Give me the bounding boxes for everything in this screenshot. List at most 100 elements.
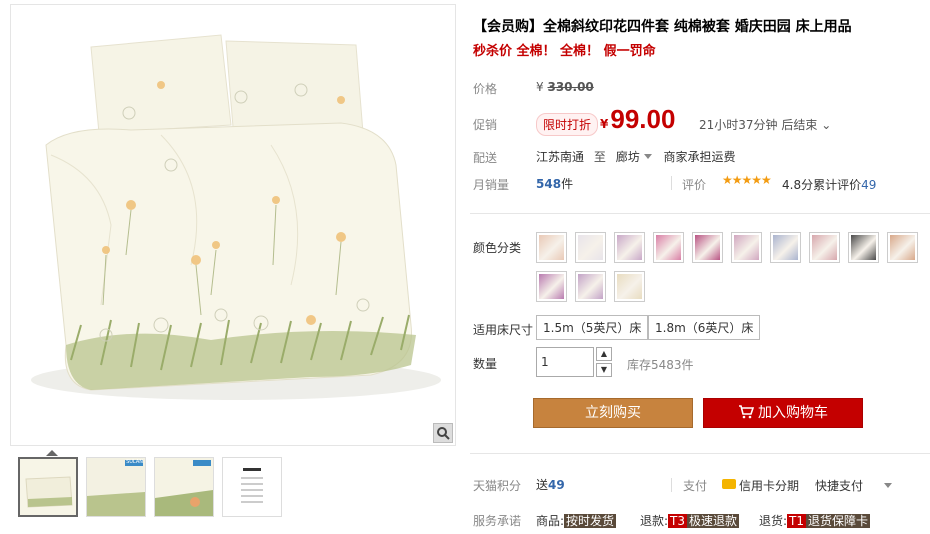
ship-to-word: 至 (593, 150, 606, 164)
svc-prefix: 退货: (759, 514, 788, 528)
quantity-input[interactable]: 1 (536, 347, 594, 377)
points-prefix: 送 (536, 478, 549, 492)
svc-tag: 按时发货 (564, 514, 617, 528)
svc-prefix: 退款: (640, 514, 669, 528)
color-swatch-1[interactable] (536, 232, 567, 263)
service-label: 服务承诺 (473, 514, 522, 528)
promo-badge: 限时打折 (536, 113, 599, 136)
rating-score: 4.8分累计评价 (782, 178, 862, 192)
section-divider (470, 453, 930, 454)
points-label: 天猫积分 (473, 479, 522, 493)
swatch-image (695, 235, 720, 260)
quantity-decrease-button[interactable]: ▼ (596, 363, 612, 377)
thumb-brand: SULAN (126, 459, 143, 465)
star-rating-icon: ★★★★★ (722, 173, 772, 187)
ship-to-select[interactable]: 廊坊 (616, 150, 640, 164)
buy-now-button[interactable]: 立刻购买 (533, 398, 693, 428)
countdown[interactable]: 21小时37分钟 后结束 ⌄ (699, 116, 831, 133)
monthly-sales: 548件 (536, 175, 573, 192)
size-option-1-8m[interactable]: 1.8m（6英尺）床 (648, 315, 761, 340)
product-info-panel: 【会员购】全棉斜纹印花四件套 纯棉被套 婚庆田园 床上用品 秒杀价 全棉！ 全棉… (470, 0, 930, 534)
thumbnail-2[interactable]: SULAN (86, 457, 146, 517)
sales-label: 月销量 (473, 178, 510, 192)
promo-label: 促销 (473, 118, 498, 132)
color-swatch-7[interactable] (770, 232, 801, 263)
size-option-1-5m[interactable]: 1.5m（5英尺）床 (536, 315, 649, 340)
color-swatch-11[interactable] (536, 271, 567, 302)
price-currency: ¥ (600, 117, 609, 131)
zoom-button[interactable] (433, 423, 453, 443)
product-title: 【会员购】全棉斜纹印花四件套 纯棉被套 婚庆田园 床上用品 (473, 19, 852, 35)
cart-icon (739, 405, 755, 419)
rating-summary[interactable]: 4.8分累计评价49 (782, 176, 876, 193)
color-swatch-2[interactable] (575, 232, 606, 263)
color-swatch-list (536, 232, 926, 302)
svc-code: T1 (787, 514, 807, 528)
main-product-image[interactable] (10, 4, 456, 446)
swatch-image (890, 235, 915, 260)
color-swatch-12[interactable] (575, 271, 606, 302)
swatch-image (617, 274, 642, 299)
service-ontime[interactable]: 商品: 按时发货 (536, 512, 617, 529)
swatch-image (734, 235, 759, 260)
quantity-increase-button[interactable]: ▲ (596, 347, 612, 361)
divider (671, 176, 672, 190)
quantity-label: 数量 (473, 357, 498, 371)
thumbnail-image (20, 459, 76, 515)
thumbnail-image (223, 458, 281, 516)
color-swatch-3[interactable] (614, 232, 645, 263)
points-number: 49 (548, 478, 565, 492)
review-count: 49 (861, 178, 877, 192)
svc-tag: 退货保障卡 (806, 514, 871, 528)
chevron-down-icon: ⌄ (821, 118, 832, 132)
credit-installment[interactable]: 信用卡分期 (739, 477, 799, 494)
swatch-image (539, 274, 564, 299)
color-swatch-10[interactable] (887, 232, 918, 263)
shipping-fee: 商家承担运费 (663, 150, 736, 164)
section-divider (470, 213, 930, 214)
add-to-cart-button[interactable]: 加入购物车 (703, 398, 863, 428)
swatch-image (656, 235, 681, 260)
service-refund[interactable]: 退款: T3 极速退款 (640, 512, 740, 529)
divider (671, 478, 672, 492)
swatch-image (578, 235, 603, 260)
caret-down-icon[interactable] (643, 154, 652, 159)
ship-from: 江苏南通 (536, 150, 585, 164)
color-label: 颜色分类 (473, 241, 522, 255)
thumbnail-list: SULAN (18, 457, 282, 517)
rating-label: 评价 (682, 178, 707, 192)
color-swatch-8[interactable] (809, 232, 840, 263)
size-label: 适用床尺寸 (473, 323, 534, 337)
thumbnail-3[interactable] (154, 457, 214, 517)
price-value: 99.00 (610, 104, 676, 134)
thumbnail-1[interactable] (18, 457, 78, 517)
swatch-image (851, 235, 876, 260)
color-swatch-13[interactable] (614, 271, 645, 302)
active-thumb-caret (46, 450, 58, 456)
sale-price: ¥99.00 (600, 104, 675, 135)
credit-card-icon (722, 479, 736, 489)
stock-count: 库存5483件 (627, 358, 694, 372)
points-value: 送49 (536, 476, 565, 493)
color-swatch-4[interactable] (653, 232, 684, 263)
svc-tag: 极速退款 (687, 514, 740, 528)
sales-unit: 件 (561, 177, 574, 191)
bedding-illustration (11, 5, 455, 445)
color-swatch-9[interactable] (848, 232, 879, 263)
color-swatch-6[interactable] (731, 232, 762, 263)
thumbnail-4[interactable] (222, 457, 282, 517)
thumbnail-image (155, 458, 213, 516)
original-price: ¥ 330.00 (536, 80, 594, 94)
product-subtitle: 秒杀价 全棉！ 全棉！ 假一罚命 (473, 44, 656, 59)
pay-label: 支付 (683, 479, 708, 493)
shipping-info: 江苏南通 至 廊坊 商家承担运费 (536, 148, 736, 165)
color-swatch-5[interactable] (692, 232, 723, 263)
svc-code: T3 (668, 514, 688, 528)
service-return[interactable]: 退货: T1 退货保障卡 (759, 512, 871, 529)
magnifier-icon (437, 427, 450, 440)
swatch-image (578, 274, 603, 299)
swatch-image (812, 235, 837, 260)
caret-down-icon[interactable] (884, 483, 892, 488)
quick-pay[interactable]: 快捷支付 (815, 477, 863, 494)
image-gallery: SULAN (10, 4, 456, 534)
